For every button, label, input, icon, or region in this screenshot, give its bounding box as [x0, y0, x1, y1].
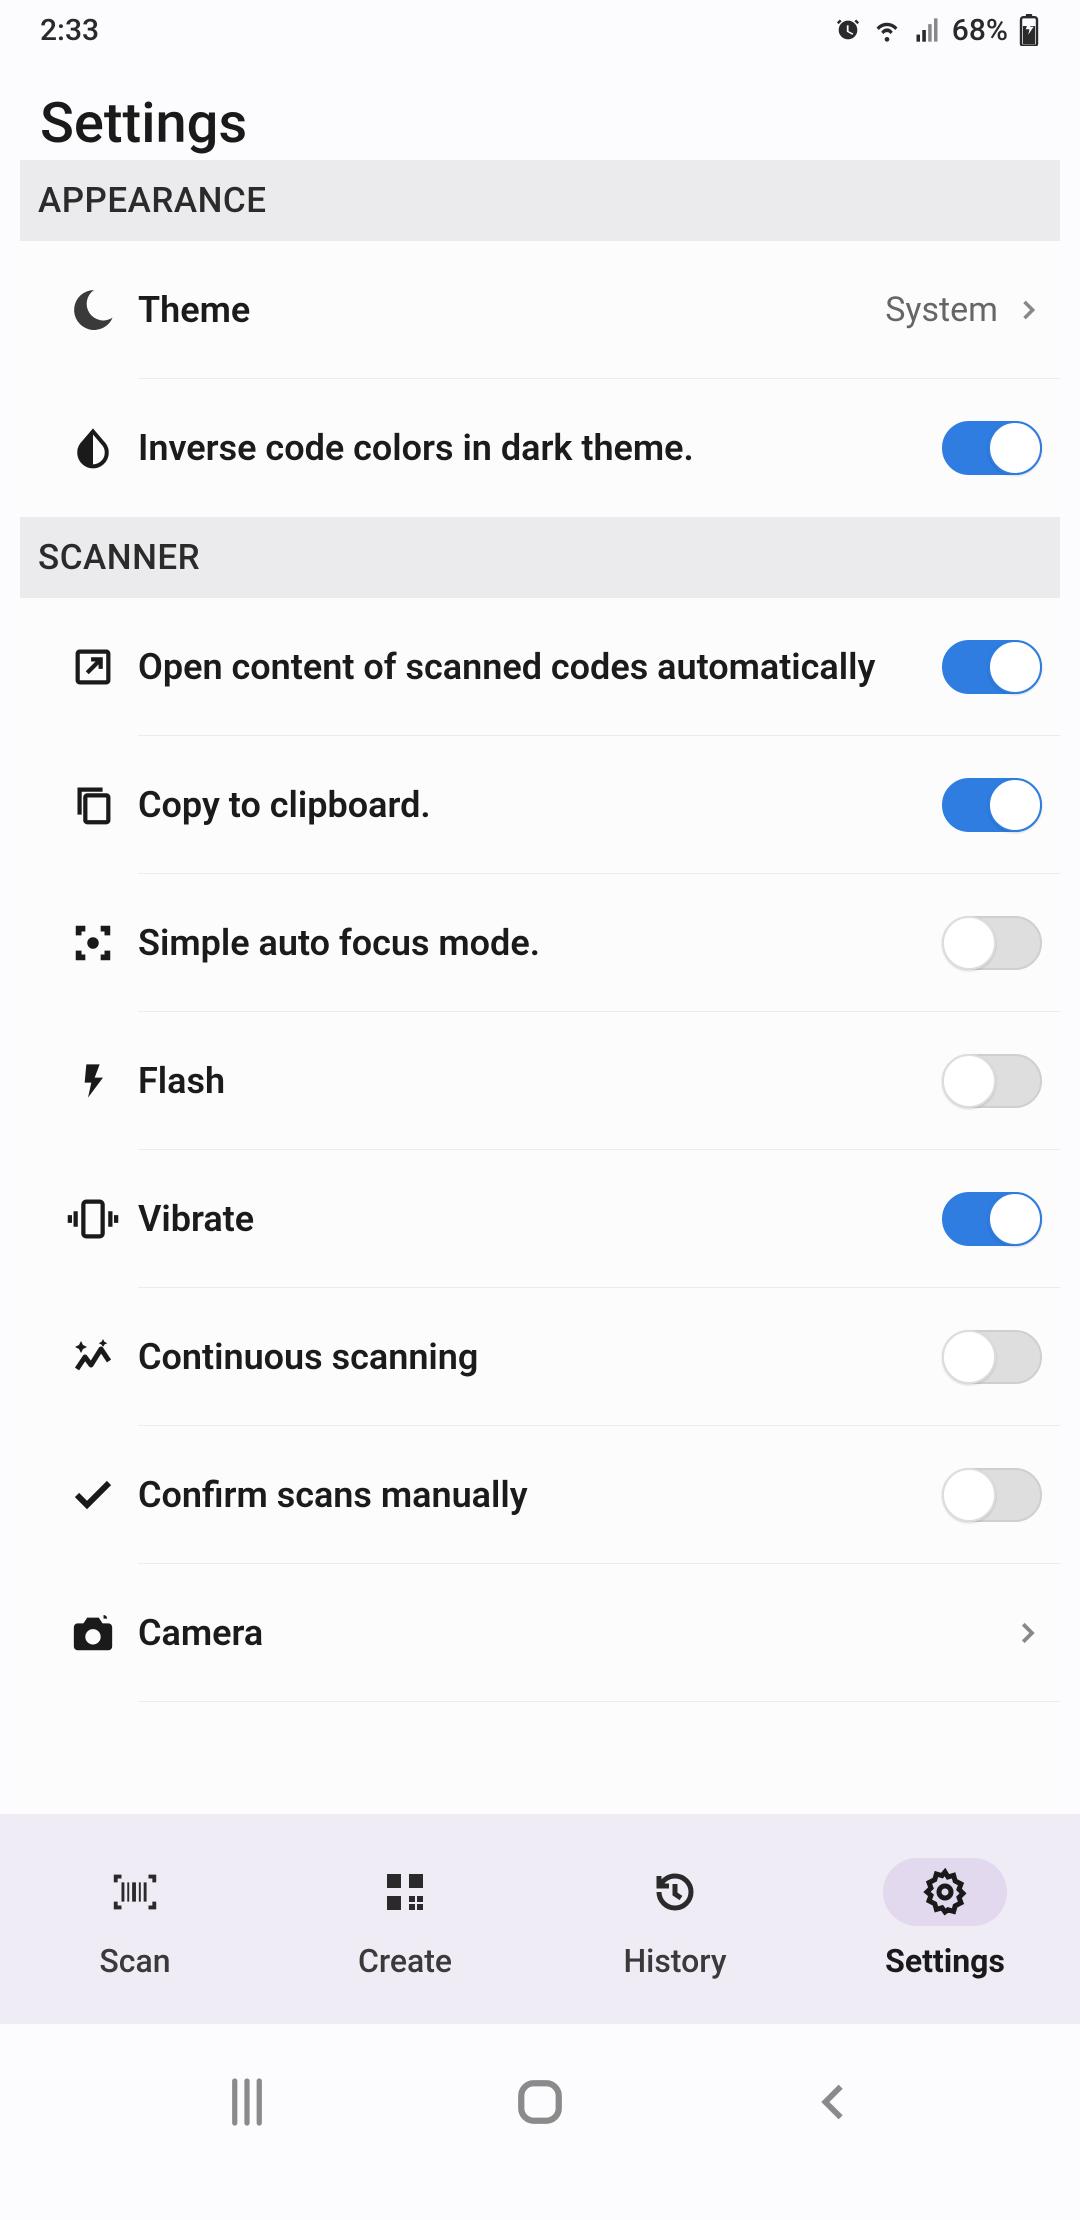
copy-toggle[interactable] [942, 778, 1042, 832]
nav-settings-label: Settings [885, 1942, 1005, 1980]
theme-value: System [885, 290, 998, 330]
recents-button[interactable] [207, 2062, 287, 2142]
vibrate-icon [48, 1195, 138, 1243]
sparkle-chart-icon [48, 1333, 138, 1381]
open-external-icon [48, 644, 138, 690]
camera-label: Camera [138, 1611, 1012, 1656]
setting-theme[interactable]: Theme System [20, 241, 1060, 379]
setting-continuous[interactable]: Continuous scanning [20, 1288, 1060, 1426]
setting-vibrate[interactable]: Vibrate [20, 1150, 1060, 1288]
system-nav-bar [0, 2024, 1080, 2220]
scan-icon [108, 1868, 162, 1916]
chevron-right-icon [1014, 296, 1042, 324]
signal-icon [912, 16, 942, 44]
simple-focus-label: Simple auto focus mode. [138, 921, 942, 966]
setting-confirm[interactable]: Confirm scans manually [20, 1426, 1060, 1564]
theme-label: Theme [138, 288, 885, 333]
status-time: 2:33 [40, 13, 99, 48]
section-appearance: APPEARANCE [20, 160, 1060, 241]
create-icon [381, 1868, 429, 1916]
simple-focus-toggle[interactable] [942, 916, 1042, 970]
setting-flash[interactable]: Flash [20, 1012, 1060, 1150]
open-auto-label: Open content of scanned codes automatica… [138, 645, 942, 690]
recents-icon [226, 2077, 268, 2127]
home-button[interactable] [500, 2062, 580, 2142]
setting-copy-clipboard[interactable]: Copy to clipboard. [20, 736, 1060, 874]
open-auto-toggle[interactable] [942, 640, 1042, 694]
section-scanner: SCANNER [20, 517, 1060, 598]
setting-inverse-colors[interactable]: Inverse code colors in dark theme. [20, 379, 1060, 517]
settings-content: APPEARANCE Theme System Inverse code col… [20, 160, 1060, 1814]
flash-toggle[interactable] [942, 1054, 1042, 1108]
bottom-nav: Scan Create History Settings [0, 1814, 1080, 2024]
gear-icon [921, 1868, 969, 1916]
battery-icon [1018, 14, 1040, 46]
battery-text: 68% [952, 13, 1008, 48]
setting-camera[interactable]: Camera [20, 1564, 1060, 1702]
nav-scan[interactable]: Scan [0, 1814, 270, 2024]
history-icon [651, 1868, 699, 1916]
back-button[interactable] [793, 2062, 873, 2142]
copy-icon [48, 782, 138, 828]
home-icon [515, 2077, 565, 2127]
wifi-icon [872, 16, 902, 44]
inverse-label: Inverse code colors in dark theme. [138, 426, 942, 471]
vibrate-toggle[interactable] [942, 1192, 1042, 1246]
chevron-right-icon [1012, 1618, 1042, 1648]
moon-icon [48, 286, 138, 334]
inverse-toggle[interactable] [942, 421, 1042, 475]
nav-history-label: History [623, 1942, 726, 1980]
nav-scan-label: Scan [99, 1942, 170, 1980]
nav-create-label: Create [358, 1942, 452, 1980]
flash-label: Flash [138, 1059, 942, 1104]
alarm-icon [834, 16, 862, 44]
confirm-toggle[interactable] [942, 1468, 1042, 1522]
copy-label: Copy to clipboard. [138, 783, 942, 828]
continuous-toggle[interactable] [942, 1330, 1042, 1384]
setting-simple-focus[interactable]: Simple auto focus mode. [20, 874, 1060, 1012]
setting-open-auto[interactable]: Open content of scanned codes automatica… [20, 598, 1060, 736]
flash-icon [48, 1057, 138, 1105]
confirm-label: Confirm scans manually [138, 1473, 942, 1518]
invert-icon [48, 426, 138, 470]
nav-settings[interactable]: Settings [810, 1814, 1080, 2024]
camera-icon [48, 1610, 138, 1656]
check-icon [48, 1471, 138, 1519]
status-bar: 2:33 68% [0, 0, 1080, 60]
focus-icon [48, 920, 138, 966]
status-indicators: 68% [834, 13, 1040, 48]
vibrate-label: Vibrate [138, 1197, 942, 1242]
continuous-label: Continuous scanning [138, 1335, 942, 1380]
back-icon [810, 2079, 856, 2125]
nav-history[interactable]: History [540, 1814, 810, 2024]
nav-create[interactable]: Create [270, 1814, 540, 2024]
